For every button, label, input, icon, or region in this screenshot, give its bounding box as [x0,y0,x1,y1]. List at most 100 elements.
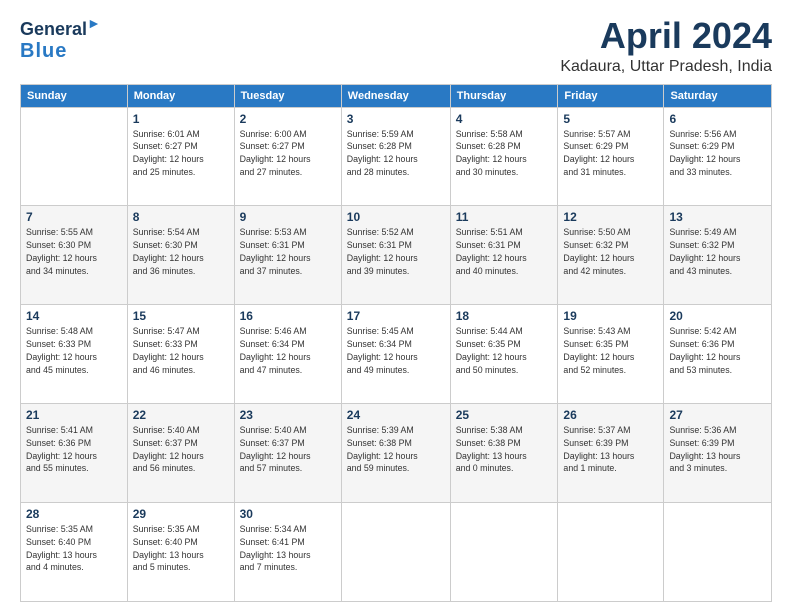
day-info: Sunrise: 5:46 AM Sunset: 6:34 PM Dayligh… [240,325,336,376]
day-info: Sunrise: 5:58 AM Sunset: 6:28 PM Dayligh… [456,128,553,179]
week-row-2: 7Sunrise: 5:55 AM Sunset: 6:30 PM Daylig… [21,206,772,305]
calendar-cell: 28 Sunrise: 5:35 AM Sunset: 6:40 PM Dayli… [21,503,128,602]
weekday-header-friday: Friday [558,84,664,107]
day-number: 2 [240,112,336,126]
day-number: 28 [26,507,122,521]
logo-general: General [20,19,87,39]
calendar-cell: 20Sunrise: 5:42 AM Sunset: 6:36 PM Dayli… [664,305,772,404]
day-number: 30 [240,507,336,521]
calendar-cell: 25 Sunrise: 5:38 AM Sunset: 6:38 PM Dayli… [450,404,558,503]
day-number: 17 [347,309,445,323]
calendar-cell: 4 Sunrise: 5:58 AM Sunset: 6:28 PM Daylig… [450,107,558,206]
day-info: Sunrise: 5:51 AM Sunset: 6:31 PM Dayligh… [456,226,553,277]
day-number: 7 [26,210,122,224]
day-number: 11 [456,210,553,224]
calendar-cell: 2 Sunrise: 6:00 AM Sunset: 6:27 PM Daylig… [234,107,341,206]
day-number: 1 [133,112,229,126]
day-info: Sunrise: 6:00 AM Sunset: 6:27 PM Dayligh… [240,128,336,179]
weekday-header-monday: Monday [127,84,234,107]
calendar-cell [558,503,664,602]
calendar-cell: 15 Sunrise: 5:47 AM Sunset: 6:33 PM Dayli… [127,305,234,404]
day-number: 6 [669,112,766,126]
day-number: 3 [347,112,445,126]
day-number: 24 [347,408,445,422]
calendar-cell: 1 Sunrise: 6:01 AM Sunset: 6:27 PM Daylig… [127,107,234,206]
day-info: Sunrise: 5:35 AM Sunset: 6:40 PM Dayligh… [26,523,122,574]
day-info: Sunrise: 5:45 AM Sunset: 6:34 PM Dayligh… [347,325,445,376]
calendar-body: 1 Sunrise: 6:01 AM Sunset: 6:27 PM Daylig… [21,107,772,601]
weekday-header-saturday: Saturday [664,84,772,107]
title-block: April 2024 Kadaura, Uttar Pradesh, India [560,16,772,76]
day-info: Sunrise: 5:36 AM Sunset: 6:39 PM Dayligh… [669,424,766,475]
day-info: Sunrise: 5:53 AM Sunset: 6:31 PM Dayligh… [240,226,336,277]
day-number: 15 [133,309,229,323]
day-number: 16 [240,309,336,323]
day-info: Sunrise: 5:56 AM Sunset: 6:29 PM Dayligh… [669,128,766,179]
day-number: 12 [563,210,658,224]
day-info: Sunrise: 5:43 AM Sunset: 6:35 PM Dayligh… [563,325,658,376]
calendar-cell: 29Sunrise: 5:35 AM Sunset: 6:40 PM Dayli… [127,503,234,602]
calendar-cell: 6 Sunrise: 5:56 AM Sunset: 6:29 PM Daylig… [664,107,772,206]
calendar-cell: 13 Sunrise: 5:49 AM Sunset: 6:32 PM Dayli… [664,206,772,305]
day-info: Sunrise: 5:38 AM Sunset: 6:38 PM Dayligh… [456,424,553,475]
day-info: Sunrise: 5:52 AM Sunset: 6:31 PM Dayligh… [347,226,445,277]
calendar-cell: 12 Sunrise: 5:50 AM Sunset: 6:32 PM Dayli… [558,206,664,305]
calendar-cell: 9 Sunrise: 5:53 AM Sunset: 6:31 PM Daylig… [234,206,341,305]
day-info: Sunrise: 5:39 AM Sunset: 6:38 PM Dayligh… [347,424,445,475]
calendar-cell [341,503,450,602]
logo: General► Blue [20,16,101,62]
day-info: Sunrise: 5:57 AM Sunset: 6:29 PM Dayligh… [563,128,658,179]
page: General► Blue April 2024 Kadaura, Uttar … [0,0,792,612]
calendar-cell: 3 Sunrise: 5:59 AM Sunset: 6:28 PM Daylig… [341,107,450,206]
day-number: 4 [456,112,553,126]
day-info: Sunrise: 5:44 AM Sunset: 6:35 PM Dayligh… [456,325,553,376]
day-info: Sunrise: 5:40 AM Sunset: 6:37 PM Dayligh… [133,424,229,475]
week-row-4: 21 Sunrise: 5:41 AM Sunset: 6:36 PM Dayli… [21,404,772,503]
day-info: Sunrise: 5:48 AM Sunset: 6:33 PM Dayligh… [26,325,122,376]
day-number: 10 [347,210,445,224]
week-row-1: 1 Sunrise: 6:01 AM Sunset: 6:27 PM Daylig… [21,107,772,206]
calendar-cell: 11 Sunrise: 5:51 AM Sunset: 6:31 PM Dayli… [450,206,558,305]
calendar-cell: 14 Sunrise: 5:48 AM Sunset: 6:33 PM Dayli… [21,305,128,404]
day-info: Sunrise: 5:49 AM Sunset: 6:32 PM Dayligh… [669,226,766,277]
calendar-table: SundayMondayTuesdayWednesdayThursdayFrid… [20,84,772,602]
day-number: 25 [456,408,553,422]
logo-line1: General► [20,16,101,40]
calendar-cell: 27Sunrise: 5:36 AM Sunset: 6:39 PM Dayli… [664,404,772,503]
day-info: Sunrise: 5:37 AM Sunset: 6:39 PM Dayligh… [563,424,658,475]
logo-blue: Blue [20,40,67,62]
weekday-header-wednesday: Wednesday [341,84,450,107]
calendar-cell: 26Sunrise: 5:37 AM Sunset: 6:39 PM Dayli… [558,404,664,503]
day-number: 19 [563,309,658,323]
day-number: 29 [133,507,229,521]
page-subtitle: Kadaura, Uttar Pradesh, India [560,58,772,76]
week-row-3: 14 Sunrise: 5:48 AM Sunset: 6:33 PM Dayli… [21,305,772,404]
day-info: Sunrise: 5:40 AM Sunset: 6:37 PM Dayligh… [240,424,336,475]
day-number: 13 [669,210,766,224]
calendar-cell: 10 Sunrise: 5:52 AM Sunset: 6:31 PM Dayli… [341,206,450,305]
page-title: April 2024 [560,16,772,56]
day-info: Sunrise: 5:50 AM Sunset: 6:32 PM Dayligh… [563,226,658,277]
day-info: Sunrise: 5:59 AM Sunset: 6:28 PM Dayligh… [347,128,445,179]
day-number: 8 [133,210,229,224]
header: General► Blue April 2024 Kadaura, Uttar … [20,16,772,76]
calendar-cell: 19 Sunrise: 5:43 AM Sunset: 6:35 PM Dayli… [558,305,664,404]
day-number: 21 [26,408,122,422]
calendar-cell: 5Sunrise: 5:57 AM Sunset: 6:29 PM Daylig… [558,107,664,206]
weekday-header-sunday: Sunday [21,84,128,107]
week-row-5: 28 Sunrise: 5:35 AM Sunset: 6:40 PM Dayli… [21,503,772,602]
calendar-cell: 8Sunrise: 5:54 AM Sunset: 6:30 PM Daylig… [127,206,234,305]
calendar-cell [21,107,128,206]
day-info: Sunrise: 6:01 AM Sunset: 6:27 PM Dayligh… [133,128,229,179]
weekday-header-tuesday: Tuesday [234,84,341,107]
weekday-header-thursday: Thursday [450,84,558,107]
day-info: Sunrise: 5:41 AM Sunset: 6:36 PM Dayligh… [26,424,122,475]
day-info: Sunrise: 5:42 AM Sunset: 6:36 PM Dayligh… [669,325,766,376]
weekday-header-row: SundayMondayTuesdayWednesdayThursdayFrid… [21,84,772,107]
day-number: 14 [26,309,122,323]
calendar-cell: 30Sunrise: 5:34 AM Sunset: 6:41 PM Dayli… [234,503,341,602]
day-number: 9 [240,210,336,224]
day-info: Sunrise: 5:47 AM Sunset: 6:33 PM Dayligh… [133,325,229,376]
calendar-cell: 7Sunrise: 5:55 AM Sunset: 6:30 PM Daylig… [21,206,128,305]
calendar-cell: 17 Sunrise: 5:45 AM Sunset: 6:34 PM Dayli… [341,305,450,404]
